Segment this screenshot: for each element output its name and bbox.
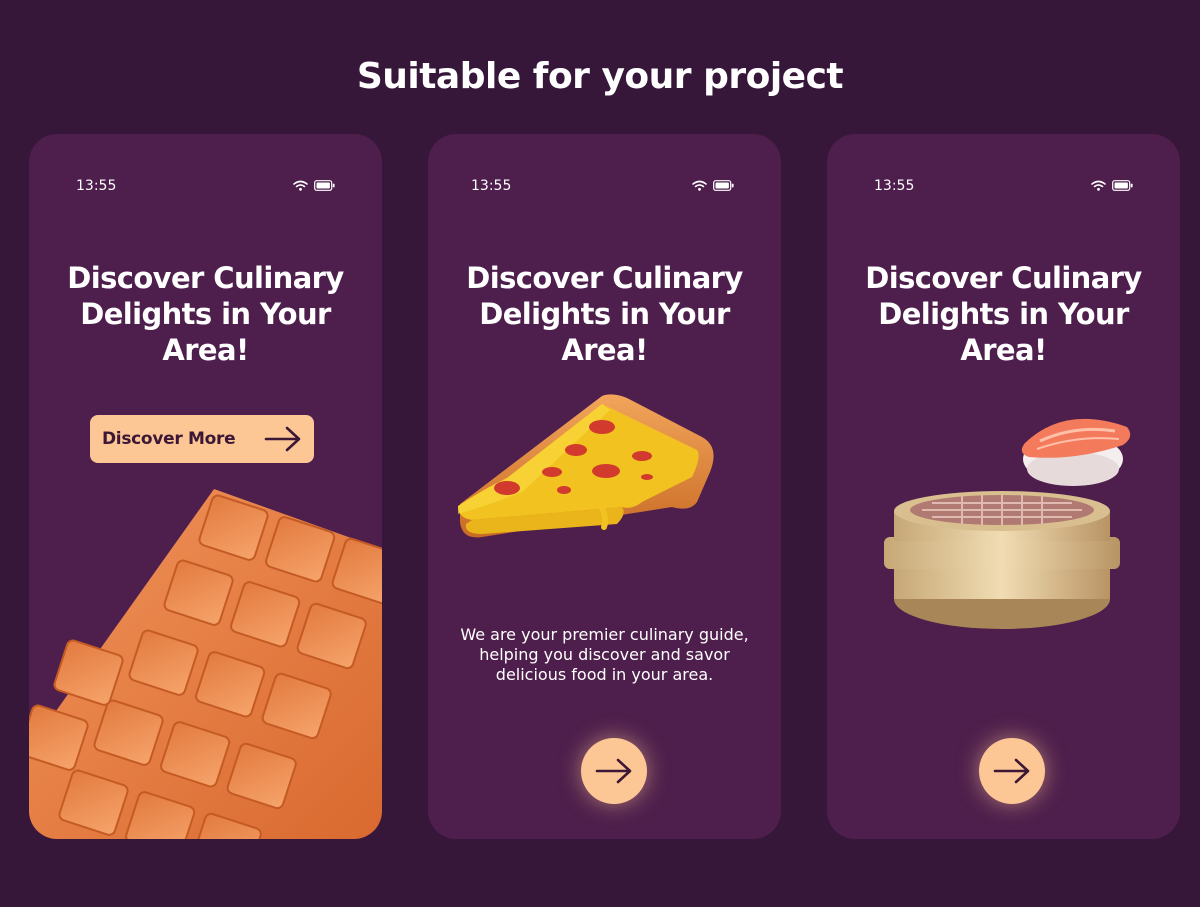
status-bar: 13:55 [29, 178, 382, 198]
wifi-icon [293, 180, 308, 191]
headline: Discover Culinary Delights in Your Area! [865, 261, 1142, 367]
sushi-illustration [1021, 418, 1131, 486]
discover-more-button[interactable]: Discover More [90, 415, 314, 463]
wifi-icon [1091, 180, 1106, 191]
status-time: 13:55 [471, 178, 512, 194]
wifi-icon [692, 180, 707, 191]
phone-screen-2: 13:55 Discover Culinary Delights in Your… [428, 134, 781, 839]
pizza-slice-illustration [458, 394, 714, 538]
phone-screen-1: 13:55 Discover Culinary Delights in Your… [29, 134, 382, 839]
phone-screen-3: 13:55 Discover Culinary Delights in Your… [827, 134, 1180, 839]
arrow-right-icon [993, 758, 1030, 784]
battery-icon [713, 180, 734, 191]
status-bar: 13:55 [827, 178, 1180, 198]
page-title: Suitable for your project [356, 56, 844, 97]
discover-more-label: Discover More [102, 429, 236, 449]
status-bar: 13:55 [428, 178, 781, 198]
status-time: 13:55 [76, 178, 117, 194]
battery-icon [1112, 180, 1133, 191]
status-time: 13:55 [874, 178, 915, 194]
body-text: We are your premier culinary guide, help… [460, 625, 749, 684]
bamboo-steamer-illustration [884, 491, 1120, 629]
next-button[interactable] [581, 738, 647, 804]
headline: Discover Culinary Delights in Your Area! [466, 261, 743, 367]
arrow-right-icon [595, 758, 632, 784]
arrow-right-icon [264, 426, 301, 452]
battery-icon [314, 180, 335, 191]
headline: Discover Culinary Delights in Your Area! [67, 261, 344, 367]
chocolate-bar-illustration [29, 489, 382, 839]
next-button[interactable] [979, 738, 1045, 804]
